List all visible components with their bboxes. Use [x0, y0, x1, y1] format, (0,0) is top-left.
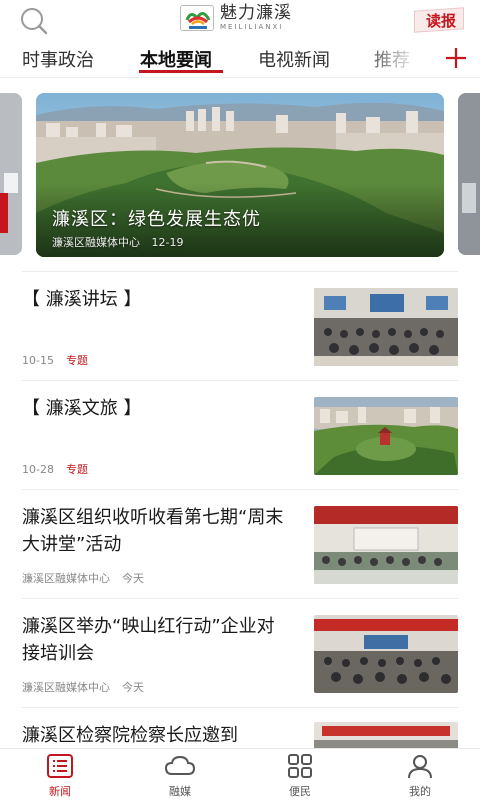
news-meta: 10-15 专题 [22, 352, 88, 368]
news-title: 【 濂溪文旅 】 [22, 398, 142, 419]
headline-meta: 濂溪区融媒体中心 12-19 [52, 234, 183, 250]
read-newspaper-button[interactable]: 读报 [414, 7, 466, 33]
news-thumbnail [314, 615, 458, 693]
news-title: 濂溪区组织收听收看第七期“周末大讲堂”活动 [22, 507, 284, 555]
news-thumbnail [314, 397, 458, 475]
nav-services[interactable]: 便民 [260, 753, 340, 799]
headline-image [36, 93, 444, 257]
news-source: 濂溪区融媒体中心 [22, 681, 110, 694]
app-logo: 魅力濂溪 MEILILIANXI [180, 3, 292, 33]
news-title: 濂溪区检察院检察长应邀到 [22, 725, 238, 746]
plus-icon [446, 48, 466, 68]
nav-services-label: 便民 [289, 785, 311, 798]
news-source: 濂溪区融媒体中心 [22, 572, 110, 585]
headline-title: 濂溪区：绿色发展生态优 [52, 209, 261, 230]
tab-tv-news[interactable]: 电视新闻 [258, 46, 330, 72]
headline-card[interactable]: 濂溪区：绿色发展生态优 濂溪区融媒体中心 12-19 [36, 93, 444, 257]
bottom-navigation: 新闻 融媒 便民 我的 [0, 748, 480, 800]
search-icon [21, 8, 48, 35]
carousel-prev-card[interactable] [0, 93, 22, 255]
news-time: 今天 [122, 572, 144, 585]
list-item[interactable]: 濂溪区组织收听收看第七期“周末大讲堂”活动 濂溪区融媒体中心 今天 [22, 489, 458, 598]
read-newspaper-label: 读报 [426, 12, 457, 30]
carousel-next-card[interactable] [458, 93, 480, 255]
news-icon [47, 754, 73, 778]
news-title: 濂溪区举办“映山红行动”企业对接培训会 [22, 616, 275, 664]
list-item[interactable]: 【 濂溪讲坛 】 10-15 专题 [22, 271, 458, 380]
news-meta: 10-28 专题 [22, 461, 88, 477]
news-date: 10-15 [22, 354, 54, 367]
logo-subtitle: MEILILIANXI [220, 23, 284, 31]
nav-news[interactable]: 新闻 [20, 753, 100, 799]
user-icon [408, 755, 432, 779]
tabs-fade [360, 41, 420, 75]
logo-title: 魅力濂溪 [220, 3, 292, 23]
cloud-icon [164, 755, 196, 775]
news-thumbnail [314, 722, 458, 748]
grid-icon [288, 754, 312, 778]
list-item[interactable]: 濂溪区检察院检察长应邀到 [22, 707, 458, 748]
headline-carousel[interactable]: 濂溪区：绿色发展生态优 濂溪区融媒体中心 12-19 [0, 90, 480, 260]
list-item[interactable]: 【 濂溪文旅 】 10-28 专题 [22, 380, 458, 489]
active-tab-indicator [139, 70, 223, 73]
news-thumbnail [314, 506, 458, 584]
nav-media[interactable]: 融媒 [140, 753, 220, 799]
news-meta: 濂溪区融媒体中心 今天 [22, 570, 144, 586]
nav-media-label: 融媒 [169, 785, 191, 798]
news-meta: 濂溪区融媒体中心 今天 [22, 679, 144, 695]
search-button[interactable] [18, 6, 50, 36]
top-bar: 魅力濂溪 MEILILIANXI 读报 [0, 0, 480, 40]
nav-profile[interactable]: 我的 [380, 753, 460, 799]
nav-news-label: 新闻 [49, 785, 71, 798]
tab-local-news[interactable]: 本地要闻 [140, 46, 212, 72]
headline-source: 濂溪区融媒体中心 [52, 236, 140, 249]
news-title: 【 濂溪讲坛 】 [22, 289, 142, 310]
logo-emblem [180, 5, 214, 31]
list-item[interactable]: 濂溪区举办“映山红行动”企业对接培训会 濂溪区融媒体中心 今天 [22, 598, 458, 707]
topic-tag: 专题 [65, 354, 88, 367]
headline-date: 12-19 [151, 236, 184, 249]
news-thumbnail [314, 288, 458, 366]
nav-profile-label: 我的 [409, 785, 431, 798]
add-channel-button[interactable] [443, 45, 469, 71]
topic-tag: 专题 [65, 463, 88, 476]
news-date: 10-28 [22, 463, 54, 476]
tab-politics[interactable]: 时事政治 [22, 46, 94, 72]
news-time: 今天 [122, 681, 144, 694]
